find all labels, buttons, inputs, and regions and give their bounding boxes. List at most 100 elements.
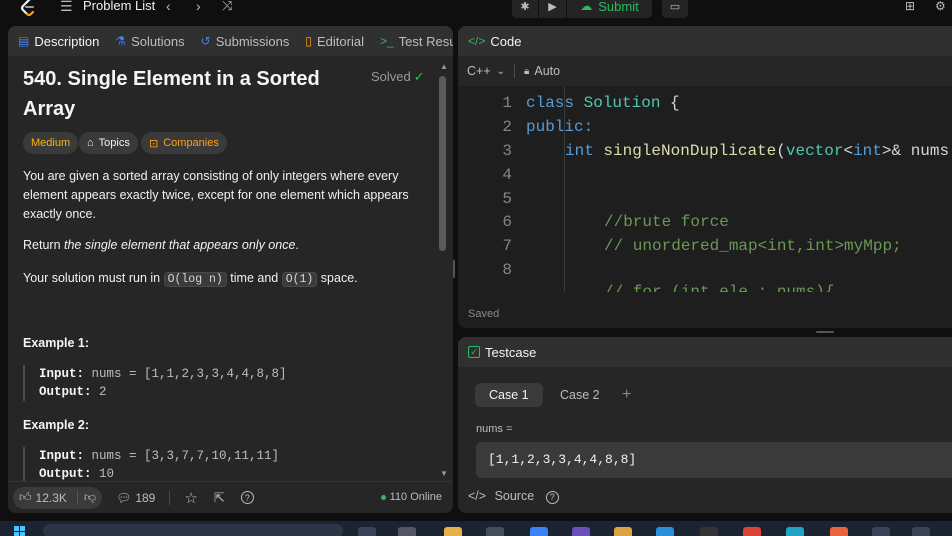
code-token: singleNonDuplicate [603, 142, 777, 160]
tab-description[interactable]: ▤ Description [18, 26, 99, 56]
widgets-icon[interactable] [398, 527, 416, 536]
companies-label: Companies [163, 137, 219, 149]
tab-editorial-label: Editorial [317, 33, 364, 49]
run-button[interactable]: ▶ [538, 0, 566, 18]
app-icon[interactable] [444, 527, 462, 536]
tab-solutions[interactable]: ⚗ Solutions [115, 26, 184, 56]
language-select[interactable]: C++ ⌄ [467, 64, 505, 78]
complexity-space: O(1) [281, 272, 318, 287]
case-2-tab[interactable]: Case 2 [546, 383, 614, 407]
example-1-title: Example 1: [23, 336, 90, 350]
help-circle-icon: ? [240, 491, 254, 504]
tab-submissions[interactable]: ↺ Submissions [201, 26, 290, 56]
saved-status: Saved [468, 308, 500, 320]
add-case-button[interactable]: + [608, 383, 645, 407]
submit-button[interactable]: ☁ Submit [566, 0, 652, 18]
code-icon: </> [468, 34, 486, 48]
testcase-panel: ✓ Testcase Case 1 Case 2 + nums = [1,1,2… [458, 337, 952, 513]
play-icon: ▶ [548, 0, 557, 13]
app-icon[interactable] [572, 527, 590, 536]
edge-icon[interactable] [786, 527, 804, 536]
code-editor[interactable]: 1 2 3 4 5 6 7 8 class Solution { public:… [458, 86, 952, 292]
example-2-input: nums = [3,3,7,7,10,11,11] [91, 449, 280, 463]
example-1-block: Input: nums = [1,1,2,3,3,4,4,8,8] Output… [23, 365, 403, 401]
line-number: 8 [502, 261, 512, 279]
solved-status: Solved ✓ [371, 69, 425, 85]
settings-icon[interactable]: ⚙ [935, 0, 946, 12]
shuffle-icon[interactable]: ⤨ [222, 0, 232, 12]
companies-button[interactable]: ⊡ Companies [141, 132, 227, 154]
difficulty-badge: Medium [23, 132, 79, 154]
notes-button[interactable]: ▭ [662, 0, 688, 18]
taskbar-search[interactable] [43, 524, 343, 536]
example-2-title: Example 2: [23, 418, 90, 432]
debug-button[interactable]: ✱ [512, 0, 538, 18]
tab-editorial[interactable]: ▯ Editorial [305, 26, 364, 56]
layout-icon[interactable]: ⊞ [905, 0, 915, 12]
line-number: 4 [502, 166, 512, 184]
favorite-button[interactable]: ☆ [184, 489, 197, 507]
topics-button[interactable]: ⌂ Topics [79, 132, 138, 154]
example-1-output-label: Output: [39, 385, 92, 399]
help-button[interactable]: ? [240, 491, 254, 504]
resize-handle[interactable] [816, 331, 834, 333]
tab-test-result[interactable]: >_ Test Resu [380, 26, 453, 56]
code-line: // for (int ele : nums){ [604, 283, 835, 292]
app-icon[interactable] [486, 527, 504, 536]
history-icon: ↺ [200, 34, 211, 48]
source-link[interactable]: </> Source ? [468, 489, 559, 504]
task-view-icon[interactable] [358, 527, 376, 536]
chrome-icon[interactable] [743, 527, 761, 536]
tab-code-label: Code [490, 33, 522, 49]
scroll-up-arrow[interactable]: ▲ [440, 62, 448, 71]
thumbs-down-icon[interactable]: 👎︎ [76, 490, 96, 505]
comments-button[interactable]: 💬︎ 189 [116, 491, 155, 505]
tab-testcase-label: Testcase [485, 344, 537, 360]
code-token: public: [526, 118, 594, 136]
footer-divider [169, 490, 171, 505]
app-icon[interactable] [912, 527, 930, 536]
case-1-tab[interactable]: Case 1 [475, 383, 543, 407]
star-icon: ☆ [184, 489, 198, 507]
para2-prefix: Return [23, 238, 64, 252]
leetcode-logo[interactable] [18, 0, 38, 17]
nums-input[interactable]: [1,1,2,3,3,4,4,8,8] [476, 442, 952, 478]
code-token: { [660, 94, 680, 112]
bug-icon: ✱ [520, 0, 530, 13]
tab-testcase[interactable]: ✓ Testcase [468, 337, 536, 367]
problem-list-link[interactable]: Problem List [83, 0, 155, 14]
app-icon[interactable] [656, 527, 674, 536]
chevron-right-icon[interactable]: › [196, 0, 201, 13]
example-2-output: 10 [99, 467, 115, 481]
thumbs-up-icon: 👍︎ [19, 490, 32, 504]
code-token: >& nums [881, 142, 950, 160]
code-token: ( [776, 142, 786, 160]
list-icon[interactable]: ☰ [60, 0, 73, 13]
online-label: 110 Online [389, 491, 442, 503]
tab-code[interactable]: </> Code [468, 26, 521, 56]
windows-start-icon[interactable] [14, 526, 26, 536]
language-label: C++ [467, 64, 491, 78]
code-icon: </> [468, 489, 487, 503]
app-icon[interactable] [700, 527, 718, 536]
lock-icon: 🔒︎ [524, 65, 530, 77]
scroll-down-arrow[interactable]: ▼ [440, 469, 448, 478]
online-count: 110 Online [380, 491, 442, 503]
help-circle-icon: ? [545, 490, 559, 504]
vertical-resize-handle[interactable] [453, 260, 455, 278]
plus-icon: + [622, 386, 632, 403]
auto-mode-toggle[interactable]: 🔒︎ Auto [524, 64, 560, 78]
share-button[interactable]: ⇱ [214, 490, 225, 506]
tab-test-result-label: Test Resu [398, 33, 453, 49]
check-circle-icon: ✓ [413, 69, 425, 84]
app-icon[interactable] [530, 527, 548, 536]
chevron-left-icon[interactable]: ‹ [166, 0, 171, 13]
description-scrollbar[interactable] [439, 76, 446, 251]
folder-icon[interactable] [614, 527, 632, 536]
brave-icon[interactable] [830, 527, 848, 536]
lock-icon: ⊡ [149, 137, 159, 150]
tab-solutions-label: Solutions [131, 33, 185, 49]
like-button[interactable]: 👍︎ 12.3K 👎︎ [13, 486, 103, 509]
app-icon[interactable] [872, 527, 890, 536]
example-1-output: 2 [99, 385, 107, 399]
